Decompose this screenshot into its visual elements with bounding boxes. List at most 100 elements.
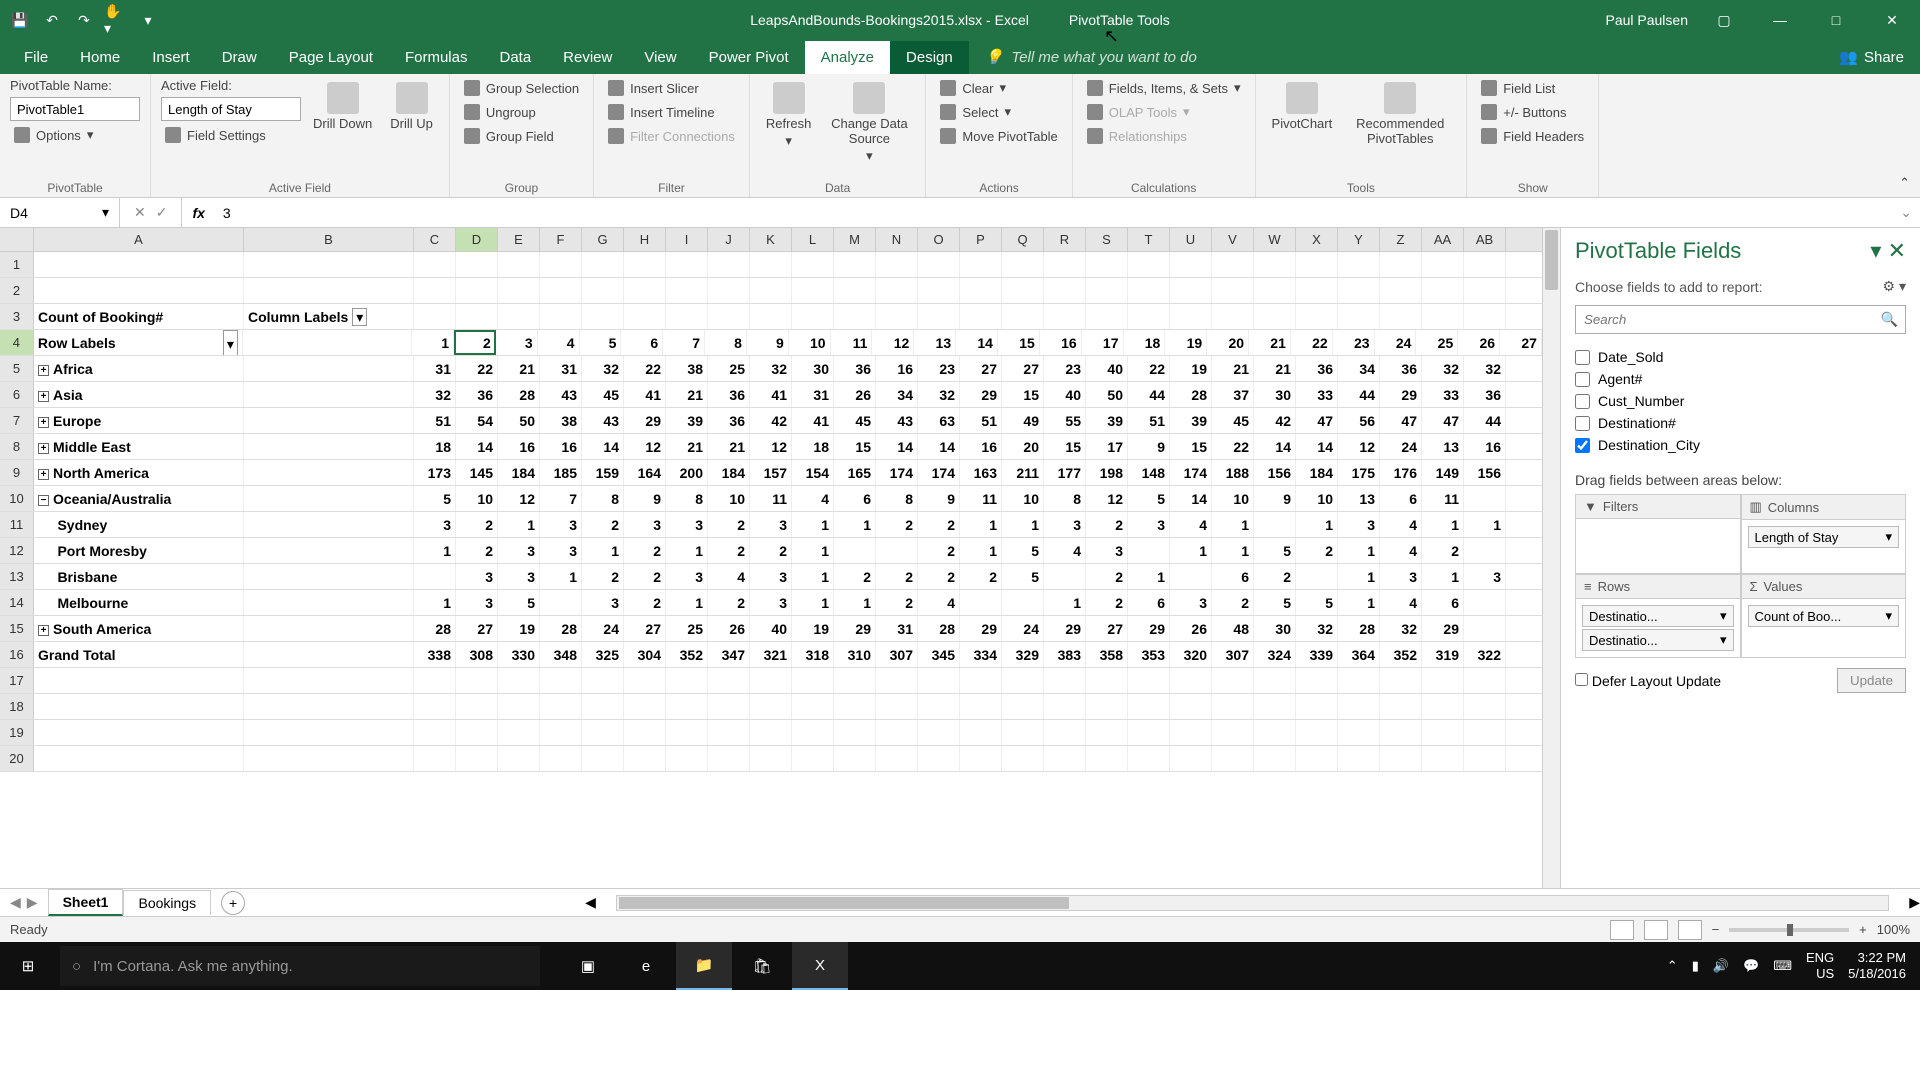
cell[interactable] (244, 616, 414, 641)
cell[interactable] (1212, 304, 1254, 329)
cell[interactable] (1128, 538, 1170, 563)
cell[interactable]: 198 (1086, 460, 1128, 485)
cell[interactable]: 2 (1296, 538, 1338, 563)
cell[interactable]: 56 (1338, 408, 1380, 433)
cell[interactable] (834, 252, 876, 277)
search-icon[interactable]: 🔍 (1881, 311, 1898, 328)
cell[interactable] (1086, 668, 1128, 693)
cell[interactable]: 51 (414, 408, 456, 433)
cell[interactable]: 383 (1044, 642, 1086, 667)
cell[interactable]: 5 (1254, 538, 1296, 563)
cell[interactable]: 54 (456, 408, 498, 433)
values-field-chip[interactable]: Count of Boo...▾ (1748, 605, 1900, 627)
cell[interactable] (1254, 512, 1296, 537)
filters-area[interactable]: ▼Filters (1575, 494, 1741, 574)
cell[interactable]: 2 (624, 590, 666, 615)
fields-search-input[interactable] (1575, 305, 1906, 334)
cell[interactable]: 34 (876, 382, 918, 407)
cell[interactable]: +Europe (34, 408, 244, 433)
cell[interactable]: 48 (1212, 616, 1254, 641)
cell[interactable]: 6 (834, 486, 876, 511)
cell[interactable] (876, 668, 918, 693)
cell[interactable]: 51 (1128, 408, 1170, 433)
cell[interactable]: 5 (1002, 564, 1044, 589)
cell[interactable]: 5 (1296, 590, 1338, 615)
cell[interactable]: 1 (498, 512, 540, 537)
row-header[interactable]: 16 (0, 642, 34, 667)
cell[interactable] (1170, 720, 1212, 745)
cell[interactable]: 27 (1002, 356, 1044, 381)
fields-items-sets-button[interactable]: Fields, Items, & Sets ▾ (1083, 78, 1245, 98)
cell[interactable] (1254, 252, 1296, 277)
cell[interactable] (498, 304, 540, 329)
cell[interactable]: 31 (414, 356, 456, 381)
cell[interactable]: 16 (498, 434, 540, 459)
cell[interactable]: 10 (456, 486, 498, 511)
cell[interactable]: 29 (624, 408, 666, 433)
cell[interactable]: 3 (750, 564, 792, 589)
enter-formula-icon[interactable]: ✓ (156, 204, 168, 221)
cell[interactable]: 12 (750, 434, 792, 459)
cell[interactable] (1044, 278, 1086, 303)
cell[interactable]: 29 (834, 616, 876, 641)
cell[interactable] (1464, 746, 1506, 771)
cell[interactable] (792, 304, 834, 329)
cell[interactable]: 1 (582, 538, 624, 563)
row-header[interactable]: 19 (0, 720, 34, 745)
cell[interactable]: 22 (1291, 330, 1333, 355)
cell[interactable]: 2 (582, 564, 624, 589)
cell[interactable] (414, 564, 456, 589)
cell[interactable]: 28 (540, 616, 582, 641)
cell[interactable]: 41 (624, 382, 666, 407)
cell[interactable] (244, 642, 414, 667)
cell[interactable] (1296, 252, 1338, 277)
pane-dropdown-icon[interactable]: ▾ (1870, 238, 1881, 263)
cell[interactable] (666, 278, 708, 303)
cell[interactable]: 33 (1422, 382, 1464, 407)
cell[interactable]: 1 (1296, 512, 1338, 537)
add-sheet-button[interactable]: + (221, 891, 245, 915)
fx-icon[interactable]: fx (182, 205, 214, 221)
cell[interactable]: 16 (876, 356, 918, 381)
cell[interactable] (1002, 694, 1044, 719)
cell[interactable]: 29 (960, 382, 1002, 407)
cell[interactable] (244, 434, 414, 459)
cell[interactable] (1422, 720, 1464, 745)
cell[interactable]: 173 (414, 460, 456, 485)
cell[interactable]: 329 (1002, 642, 1044, 667)
cell[interactable]: 12 (1338, 434, 1380, 459)
cell[interactable] (456, 746, 498, 771)
active-field-input[interactable] (161, 97, 301, 121)
cell[interactable] (1422, 278, 1464, 303)
cell[interactable] (834, 720, 876, 745)
zoom-level[interactable]: 100% (1877, 922, 1910, 937)
save-icon[interactable]: 💾 (8, 8, 32, 32)
cell[interactable]: 12 (872, 330, 914, 355)
page-break-view-icon[interactable] (1678, 920, 1702, 940)
cell[interactable] (244, 460, 414, 485)
cell[interactable]: 307 (1212, 642, 1254, 667)
cell[interactable]: 330 (498, 642, 540, 667)
cell[interactable]: 55 (1044, 408, 1086, 433)
cell[interactable]: 21 (666, 434, 708, 459)
cell[interactable]: 9 (1254, 486, 1296, 511)
cell[interactable] (792, 278, 834, 303)
cell[interactable]: −Oceania/Australia (34, 486, 244, 511)
cell[interactable] (708, 252, 750, 277)
cell[interactable]: Melbourne (34, 590, 244, 615)
cell[interactable]: 2 (708, 538, 750, 563)
cell[interactable] (244, 486, 414, 511)
cell[interactable] (1128, 304, 1170, 329)
cell[interactable] (34, 252, 244, 277)
cell[interactable]: 23 (1333, 330, 1375, 355)
cell[interactable]: 1 (1128, 564, 1170, 589)
cell[interactable]: 26 (1170, 616, 1212, 641)
cell[interactable] (708, 278, 750, 303)
cell[interactable] (1212, 720, 1254, 745)
cell[interactable] (1338, 746, 1380, 771)
drill-down-button[interactable]: Drill Down (307, 78, 378, 135)
row-header[interactable]: 8 (0, 434, 34, 459)
cell[interactable] (1170, 564, 1212, 589)
cell[interactable]: 22 (624, 356, 666, 381)
cell[interactable] (1464, 304, 1506, 329)
